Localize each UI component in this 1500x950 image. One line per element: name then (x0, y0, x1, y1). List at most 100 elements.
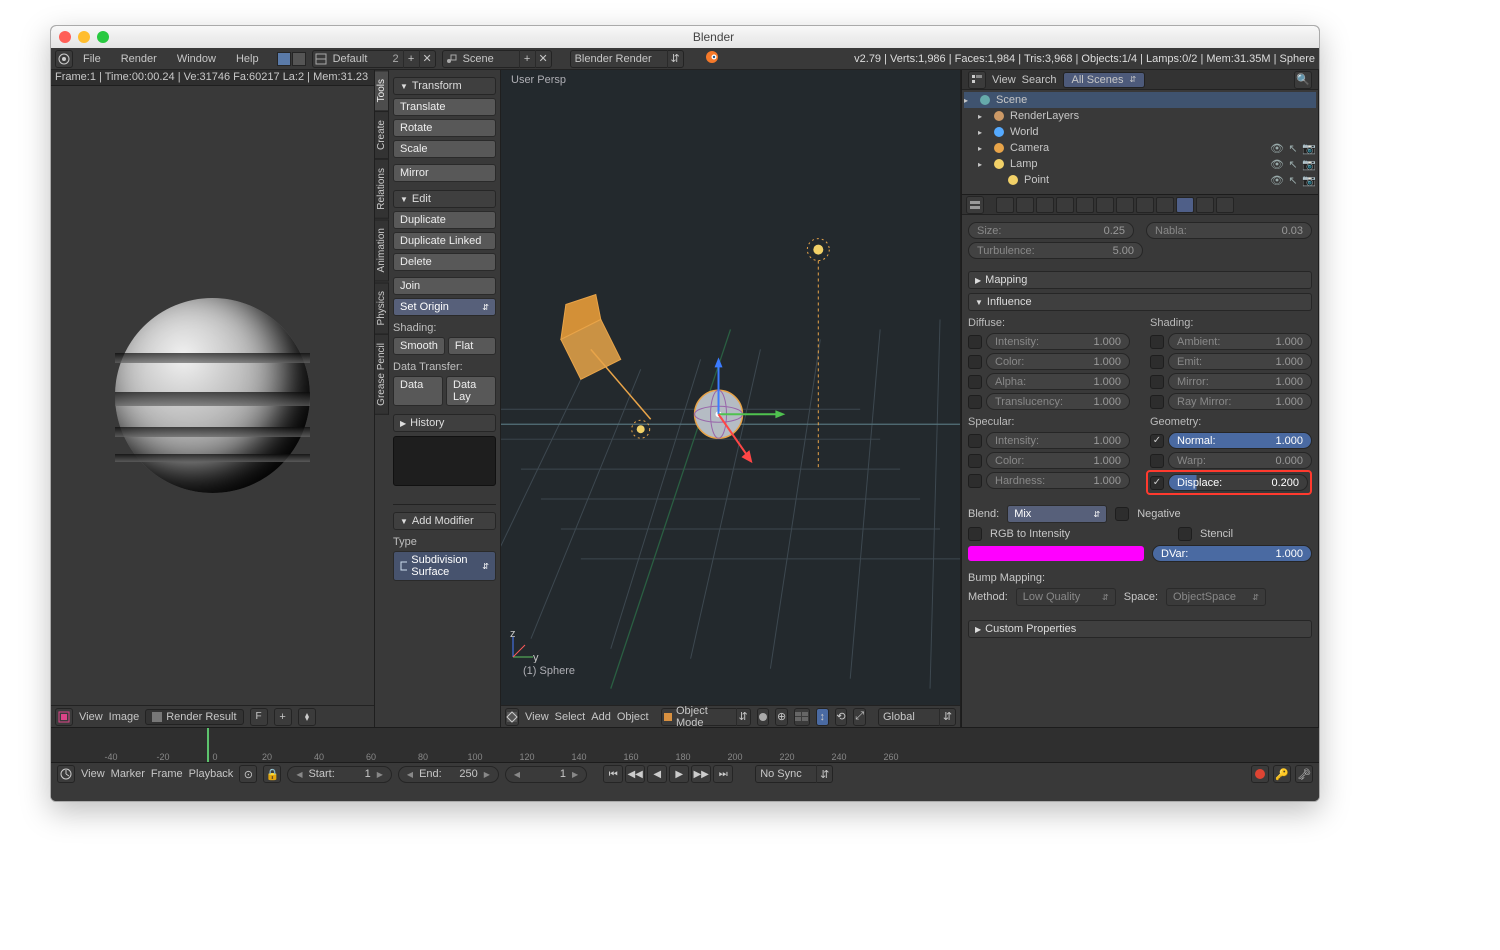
layers-icon[interactable] (794, 708, 810, 726)
vp-menu-add[interactable]: Add (591, 711, 611, 723)
outliner-filter[interactable]: All Scenes ⇵ (1063, 72, 1146, 88)
keying-set-icon[interactable]: 🔑 (1273, 765, 1291, 783)
jump-end-icon[interactable]: ⏭ (713, 765, 733, 783)
rgb-color-swatch[interactable] (968, 546, 1144, 561)
delete-button[interactable]: Delete (393, 253, 496, 271)
panel-edit-head[interactable]: Edit (393, 190, 496, 208)
outliner-menu-search[interactable]: Search (1022, 74, 1057, 86)
shading-field-1[interactable]: Emit:1.000 (1168, 353, 1312, 370)
tab-constraints[interactable] (1096, 197, 1114, 213)
play-reverse-icon[interactable]: ◀ (647, 765, 667, 783)
minimize-icon[interactable] (78, 31, 90, 43)
image-pin-icon[interactable] (298, 708, 316, 726)
displace-checkbox[interactable] (1150, 476, 1164, 490)
tab-texture[interactable] (1176, 197, 1194, 213)
warp-field[interactable]: Warp:0.000 (1168, 452, 1312, 469)
timeline-type-icon[interactable] (57, 765, 75, 783)
outliner-row-renderlayers[interactable]: ▸ RenderLayers (964, 108, 1316, 124)
tab-physics[interactable] (1216, 197, 1234, 213)
panel-add-modifier-head[interactable]: Add Modifier (393, 512, 496, 530)
size-field[interactable]: Size:0.25 (968, 222, 1134, 239)
keying-set-delete-icon[interactable]: 🗝 (1295, 765, 1313, 783)
panel-influence-head[interactable]: Influence (968, 293, 1312, 311)
negative-checkbox[interactable] (1115, 507, 1129, 521)
set-origin-dropdown[interactable]: Set Origin⇵ (393, 298, 496, 316)
orientation-selector[interactable]: Global⇵ (878, 708, 956, 726)
search-icon[interactable]: 🔍 (1294, 71, 1312, 89)
scene-selector[interactable]: Scene + ✕ (442, 50, 552, 68)
current-frame-field[interactable]: ◀1▶ (505, 766, 587, 783)
tl-menu-view[interactable]: View (81, 768, 105, 780)
displace-field[interactable]: Displace:0.200 (1168, 474, 1308, 491)
panel-transform-head[interactable]: Transform (393, 77, 496, 95)
image-selector[interactable]: Render Result (145, 709, 243, 725)
diffuse-field-0[interactable]: Intensity:1.000 (986, 333, 1130, 350)
outliner-menu-view[interactable]: View (992, 74, 1016, 86)
shading-solid-icon[interactable] (757, 708, 770, 726)
dvar-field[interactable]: DVar:1.000 (1152, 545, 1312, 562)
jump-start-icon[interactable]: ⏮ (603, 765, 623, 783)
specular-checkbox-0[interactable] (968, 434, 982, 448)
bump-method-dropdown[interactable]: Low Quality⇵ (1016, 588, 1116, 606)
shading-field-0[interactable]: Ambient:1.000 (1168, 333, 1312, 350)
play-icon[interactable]: ▶ (669, 765, 689, 783)
diffuse-field-2[interactable]: Alpha:1.000 (986, 373, 1130, 390)
panel-mapping-head[interactable]: Mapping (968, 271, 1312, 289)
modifier-type-dropdown[interactable]: Subdivision Surface⇵ (393, 551, 496, 581)
diffuse-checkbox-2[interactable] (968, 375, 982, 389)
shading-checkbox-1[interactable] (1150, 355, 1164, 369)
tab-create[interactable]: Create (375, 111, 389, 159)
outliner-row-point[interactable]: Point 👁↖📷 (964, 172, 1316, 188)
menu-window[interactable]: Window (167, 51, 226, 67)
data-button[interactable]: Data (393, 376, 443, 406)
keyframe-next-icon[interactable]: ▶▶ (691, 765, 711, 783)
specular-field-1[interactable]: Color:1.000 (986, 452, 1130, 469)
keyframe-prev-icon[interactable]: ◀◀ (625, 765, 645, 783)
diffuse-checkbox-3[interactable] (968, 395, 982, 409)
back-to-previous-icon[interactable] (277, 52, 306, 66)
sync-mode-dropdown[interactable]: No Sync⇵ (755, 765, 833, 783)
translate-button[interactable]: Translate (393, 98, 496, 116)
auto-keyframe-icon[interactable] (1251, 765, 1269, 783)
tab-grease-pencil[interactable]: Grease Pencil (375, 334, 389, 415)
normal-field[interactable]: Normal:1.000 (1168, 432, 1312, 449)
duplicate-linked-button[interactable]: Duplicate Linked (393, 232, 496, 250)
tl-menu-playback[interactable]: Playback (189, 768, 234, 780)
scene-remove-icon[interactable]: ✕ (535, 50, 551, 68)
tl-menu-frame[interactable]: Frame (151, 768, 183, 780)
shading-field-3[interactable]: Ray Mirror:1.000 (1168, 393, 1312, 410)
tab-modifiers[interactable] (1116, 197, 1134, 213)
manipulator-translate-icon[interactable]: ↕ (816, 708, 829, 726)
shading-checkbox-3[interactable] (1150, 395, 1164, 409)
mode-selector[interactable]: Object Mode⇵ (661, 708, 751, 726)
vp-menu-object[interactable]: Object (617, 711, 649, 723)
manipulator-rotate-icon[interactable]: ⟲ (835, 708, 848, 726)
props-type-icon[interactable] (966, 196, 984, 214)
flat-button[interactable]: Flat (448, 337, 496, 355)
maximize-icon[interactable] (97, 31, 109, 43)
tab-object[interactable] (1076, 197, 1094, 213)
menu-render[interactable]: Render (111, 51, 167, 67)
normal-checkbox[interactable] (1150, 434, 1164, 448)
diffuse-checkbox-1[interactable] (968, 355, 982, 369)
shading-checkbox-2[interactable] (1150, 375, 1164, 389)
outliner-type-icon[interactable] (968, 71, 986, 89)
range-icon[interactable]: ⊙ (239, 765, 257, 783)
diffuse-field-3[interactable]: Translucency:1.000 (986, 393, 1130, 410)
tab-animation[interactable]: Animation (375, 219, 389, 281)
layout-add-icon[interactable]: + (403, 50, 419, 68)
specular-field-0[interactable]: Intensity:1.000 (986, 432, 1130, 449)
stencil-checkbox[interactable] (1178, 527, 1192, 541)
pivot-icon[interactable]: ⊕ (775, 708, 788, 726)
panel-custom-properties-head[interactable]: Custom Properties (968, 620, 1312, 638)
tab-scene[interactable] (1036, 197, 1054, 213)
panel-history-head[interactable]: History (393, 414, 496, 432)
outliner-row-lamp[interactable]: ▸ Lamp 👁↖📷 (964, 156, 1316, 172)
menu-file[interactable]: File (73, 51, 111, 67)
rgb-intensity-checkbox[interactable] (968, 527, 982, 541)
scene-add-icon[interactable]: + (519, 50, 535, 68)
vp-menu-select[interactable]: Select (555, 711, 586, 723)
manipulator-scale-icon[interactable]: ⤢ (853, 708, 866, 726)
blend-mode-dropdown[interactable]: Mix⇵ (1007, 505, 1107, 523)
duplicate-button[interactable]: Duplicate (393, 211, 496, 229)
